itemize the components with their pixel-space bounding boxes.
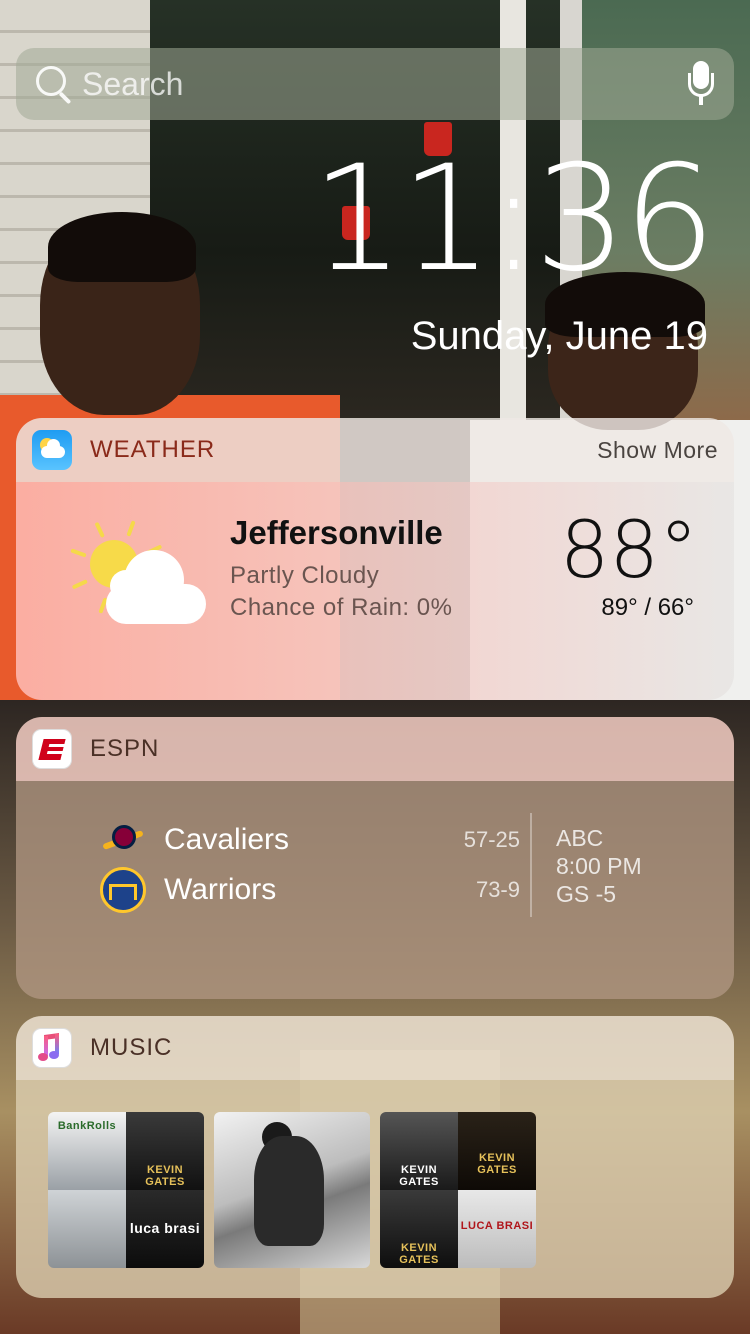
album-tile: KEVIN GATES [380, 1112, 458, 1190]
team-row-warriors[interactable]: Warriors 73-9 [100, 867, 520, 913]
clock-time: 11:36 [311, 134, 716, 304]
warriors-logo-icon [100, 867, 146, 913]
clock-date: Sunday, June 19 [410, 314, 708, 358]
espn-divider [530, 813, 532, 917]
album-artwork[interactable]: BankRolls KEVIN GATES luca brasi [48, 1112, 204, 1268]
album-tile [48, 1190, 126, 1268]
sun-ray [94, 521, 105, 538]
team-record: 73-9 [475, 877, 520, 902]
team-row-cavaliers[interactable]: Cavaliers 57-25 [100, 817, 520, 863]
espn-widget-body[interactable]: Cavaliers 57-25 Warriors 73-9 ABC 8:00 P… [16, 781, 734, 999]
espn-widget-header: ESPN [16, 717, 734, 781]
music-widget-title: MUSIC [90, 1034, 173, 1061]
weather-widget-body[interactable]: Jeffersonville Partly Cloudy Chance of R… [16, 482, 734, 700]
album-tile: BankRolls [48, 1112, 126, 1190]
album-tile: luca brasi [126, 1190, 204, 1268]
team-name: Warriors [164, 873, 277, 906]
cavaliers-logo-icon [100, 817, 146, 863]
weather-temperature: 88° [559, 506, 698, 596]
sun-ray [126, 520, 136, 537]
game-time: 8:00 PM [556, 853, 642, 879]
weather-hi-lo: 89° / 66° [601, 594, 694, 621]
music-app-icon [32, 1028, 72, 1068]
album-artwork[interactable] [214, 1112, 370, 1268]
game-network: ABC [556, 825, 604, 851]
search-bar[interactable] [16, 48, 734, 120]
team-name: Cavaliers [164, 823, 290, 856]
weather-widget[interactable]: WEATHER Show More Jeffersonville Partly … [16, 418, 734, 700]
search-input[interactable] [82, 65, 686, 103]
search-icon [34, 64, 74, 104]
weather-widget-header: WEATHER Show More [16, 418, 734, 482]
partly-cloudy-icon [62, 512, 212, 627]
weather-rain-chance: Chance of Rain: 0% [230, 594, 453, 621]
album-tile: KEVIN GATES [380, 1190, 458, 1268]
show-more-button[interactable]: Show More [597, 437, 718, 464]
espn-widget-title: ESPN [90, 735, 160, 762]
espn-widget[interactable]: ESPN Cavaliers 57-25 Warriors 73-9 ABC 8… [16, 717, 734, 999]
weather-city: Jeffersonville [230, 514, 443, 551]
microphone-icon[interactable] [686, 61, 716, 107]
album-tile: KEVIN GATES [458, 1112, 536, 1190]
sun-ray [71, 579, 88, 590]
weather-app-icon [32, 430, 72, 470]
album-artwork[interactable]: KEVIN GATES KEVIN GATES KEVIN GATES LUCA… [380, 1112, 536, 1268]
music-widget-header: MUSIC [16, 1016, 734, 1080]
album-tile: LUCA BRASI [458, 1190, 536, 1268]
weather-condition: Partly Cloudy [230, 562, 380, 589]
team-record: 57-25 [463, 827, 520, 852]
album-tile: KEVIN GATES [126, 1112, 204, 1190]
weather-widget-title: WEATHER [90, 436, 216, 463]
espn-app-icon [32, 729, 72, 769]
music-widget[interactable]: MUSIC BankRolls KEVIN GATES luca brasi K… [16, 1016, 734, 1298]
sun-ray [70, 548, 87, 558]
game-line: GS -5 [556, 881, 617, 907]
music-widget-body: BankRolls KEVIN GATES luca brasi KEVIN G… [16, 1080, 734, 1298]
